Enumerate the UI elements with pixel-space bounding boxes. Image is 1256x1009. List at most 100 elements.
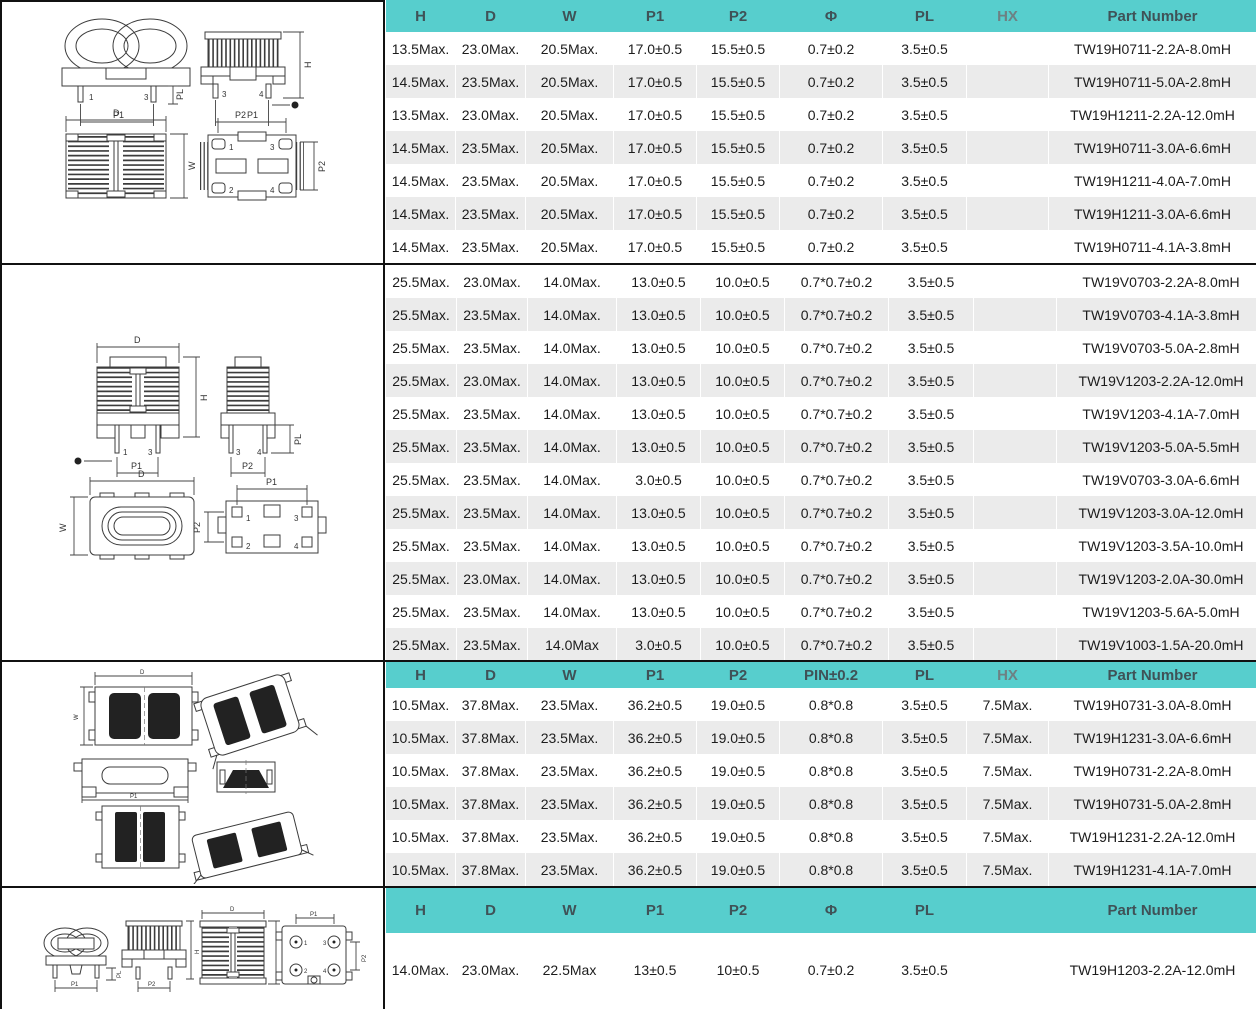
spec-cell: 10.5Max. xyxy=(386,853,456,886)
spec-cell: 0.7*0.7±0.2 xyxy=(785,595,889,628)
column-header-0: H xyxy=(386,0,456,32)
column-header-3: P1 xyxy=(614,0,697,32)
spec-row: 13.5Max.23.0Max.20.5Max.17.0±0.515.5±0.5… xyxy=(386,32,1256,65)
top-view: D W xyxy=(58,469,194,559)
spec-cell: 25.5Max. xyxy=(386,364,457,397)
spec-cell: 23.5Max. xyxy=(456,131,526,164)
drawing-panel-horizontal-choke: 1 3 P1 PL 3 xyxy=(0,0,385,263)
part-number-cell: TW19V1203-3.5A-10.0mH xyxy=(1057,529,1256,562)
front-view: 1 3 P1 PL xyxy=(62,19,190,126)
svg-text:3: 3 xyxy=(236,448,241,457)
spec-cell xyxy=(967,98,1049,131)
spec-cell: 15.5±0.5 xyxy=(697,164,780,197)
drawing-panel-vertical-choke: D 1 3 H xyxy=(0,265,385,660)
spec-row: 25.5Max.23.0Max.14.0Max.13.0±0.510.0±0.5… xyxy=(386,364,1256,397)
spec-cell: 3.5±0.5 xyxy=(883,787,967,820)
spec-cell: 15.5±0.5 xyxy=(697,98,780,131)
spec-row: 14.5Max.23.5Max.20.5Max.17.0±0.515.5±0.5… xyxy=(386,65,1256,98)
section-compact-type: P1 PL P2 H xyxy=(0,886,1256,1009)
spec-cell: 20.5Max. xyxy=(526,65,614,98)
spec-cell: 0.7±0.2 xyxy=(780,197,883,230)
column-header-7 xyxy=(967,888,1049,933)
part-number-cell: TW19H0711-4.1A-3.8mH xyxy=(1049,230,1256,263)
spec-cell: 36.2±0.5 xyxy=(614,754,697,787)
spec-cell: 15.5±0.5 xyxy=(697,65,780,98)
part-number-cell: TW19H0711-5.0A-2.8mH xyxy=(1049,65,1256,98)
svg-text:H: H xyxy=(303,62,313,69)
spec-row: 14.5Max.23.5Max.20.5Max.17.0±0.515.5±0.5… xyxy=(386,164,1256,197)
svg-text:P1: P1 xyxy=(247,110,258,120)
spec-cell: 15.5±0.5 xyxy=(697,197,780,230)
spec-cell: 10.0±0.5 xyxy=(701,628,785,660)
spec-cell: 3.5±0.5 xyxy=(889,595,974,628)
spec-cell: 17.0±0.5 xyxy=(614,98,697,131)
spec-cell: 37.8Max. xyxy=(456,688,526,721)
spec-table: HDWP1P2PIN±0.2PLHXPart Number10.5Max.37.… xyxy=(385,662,1256,886)
part-number-cell: TW19V1203-3.0A-12.0mH xyxy=(1057,496,1256,529)
spec-row: 14.0Max.23.0Max.22.5Max13±0.510±0.50.7±0… xyxy=(386,933,1256,1007)
spec-cell: 37.8Max. xyxy=(456,754,526,787)
spec-cell: 3.5±0.5 xyxy=(883,164,967,197)
spec-cell: 17.0±0.5 xyxy=(614,197,697,230)
spec-cell: 23.5Max. xyxy=(456,164,526,197)
svg-text:4: 4 xyxy=(257,448,262,457)
spec-cell xyxy=(974,562,1057,595)
spec-cell: 7.5Max. xyxy=(967,787,1049,820)
spec-cell: 23.5Max. xyxy=(457,331,528,364)
technical-drawing-compact-choke: P1 PL P2 H xyxy=(2,888,383,1009)
spec-cell: 23.0Max. xyxy=(457,364,528,397)
column-header-1: D xyxy=(456,888,526,933)
spec-cell: 0.7*0.7±0.2 xyxy=(785,628,889,660)
spec-cell: 14.5Max. xyxy=(386,65,456,98)
part-number-cell: TW19H1231-2.2A-12.0mH xyxy=(1049,820,1256,853)
spec-cell: 10.0±0.5 xyxy=(701,364,785,397)
spec-cell: 0.7*0.7±0.2 xyxy=(785,298,889,331)
part-number-cell: TW19H0711-2.2A-8.0mH xyxy=(1049,32,1256,65)
bottom-view: 1 3 2 4 P1 P2 xyxy=(192,477,326,553)
spec-cell: 25.5Max. xyxy=(386,265,457,298)
spec-cell: 36.2±0.5 xyxy=(614,688,697,721)
part-number-cell: TW19H0711-3.0A-6.6mH xyxy=(1049,131,1256,164)
spec-table: 25.5Max.23.0Max.14.0Max.13.0±0.510.0±0.5… xyxy=(385,265,1256,660)
part-number-cell: TW19V1203-2.2A-12.0mH xyxy=(1057,364,1256,397)
spec-cell: 3.5±0.5 xyxy=(889,265,974,298)
column-header-2: W xyxy=(526,0,614,32)
part-number-cell: TW19H1211-2.2A-12.0mH xyxy=(1049,98,1256,131)
spec-cell: 14.0Max. xyxy=(528,298,617,331)
spec-cell: 10.5Max. xyxy=(386,721,456,754)
spec-cell: 14.5Max. xyxy=(386,197,456,230)
top-view: D W xyxy=(66,108,197,198)
spec-cell: 19.0±0.5 xyxy=(697,787,780,820)
spec-cell: 10.0±0.5 xyxy=(701,496,785,529)
spec-cell: 23.5Max. xyxy=(526,688,614,721)
svg-text:3: 3 xyxy=(270,143,275,152)
spec-cell xyxy=(974,298,1057,331)
column-header-6: PL xyxy=(883,662,967,688)
spec-cell: 23.0Max. xyxy=(457,562,528,595)
part-number-cell: TW19H1211-4.0A-7.0mH xyxy=(1049,164,1256,197)
spec-cell: 14.5Max. xyxy=(386,131,456,164)
svg-text:H: H xyxy=(199,395,209,402)
spec-cell: 14.5Max. xyxy=(386,164,456,197)
svg-text:P2: P2 xyxy=(362,954,368,962)
spec-cell: 23.5Max. xyxy=(456,197,526,230)
spec-cell: 25.5Max. xyxy=(386,562,457,595)
part-number-cell: TW19V1203-4.1A-7.0mH xyxy=(1057,397,1256,430)
spec-cell: 0.7*0.7±0.2 xyxy=(785,364,889,397)
spec-cell: 3.5±0.5 xyxy=(883,98,967,131)
spec-cell: 23.5Max. xyxy=(526,721,614,754)
spec-cell: 0.8*0.8 xyxy=(780,688,883,721)
front-view: P1 PL xyxy=(44,928,123,992)
spec-row: 25.5Max.23.5Max.14.0Max.3.0±0.510.0±0.50… xyxy=(386,463,1256,496)
spec-cell: 15.5±0.5 xyxy=(697,131,780,164)
spec-cell: 20.5Max. xyxy=(526,197,614,230)
spec-cell: 25.5Max. xyxy=(386,595,457,628)
spec-cell: 3.5±0.5 xyxy=(889,496,974,529)
svg-text:3: 3 xyxy=(148,448,153,457)
spec-cell xyxy=(974,595,1057,628)
spec-cell: 3.5±0.5 xyxy=(883,933,967,1007)
column-header-5: PIN±0.2 xyxy=(780,662,883,688)
spec-table: HDWP1P2ΦPLHXPart Number13.5Max.23.0Max.2… xyxy=(385,0,1256,263)
svg-text:D: D xyxy=(140,670,145,676)
spec-cell: 0.8*0.8 xyxy=(780,820,883,853)
